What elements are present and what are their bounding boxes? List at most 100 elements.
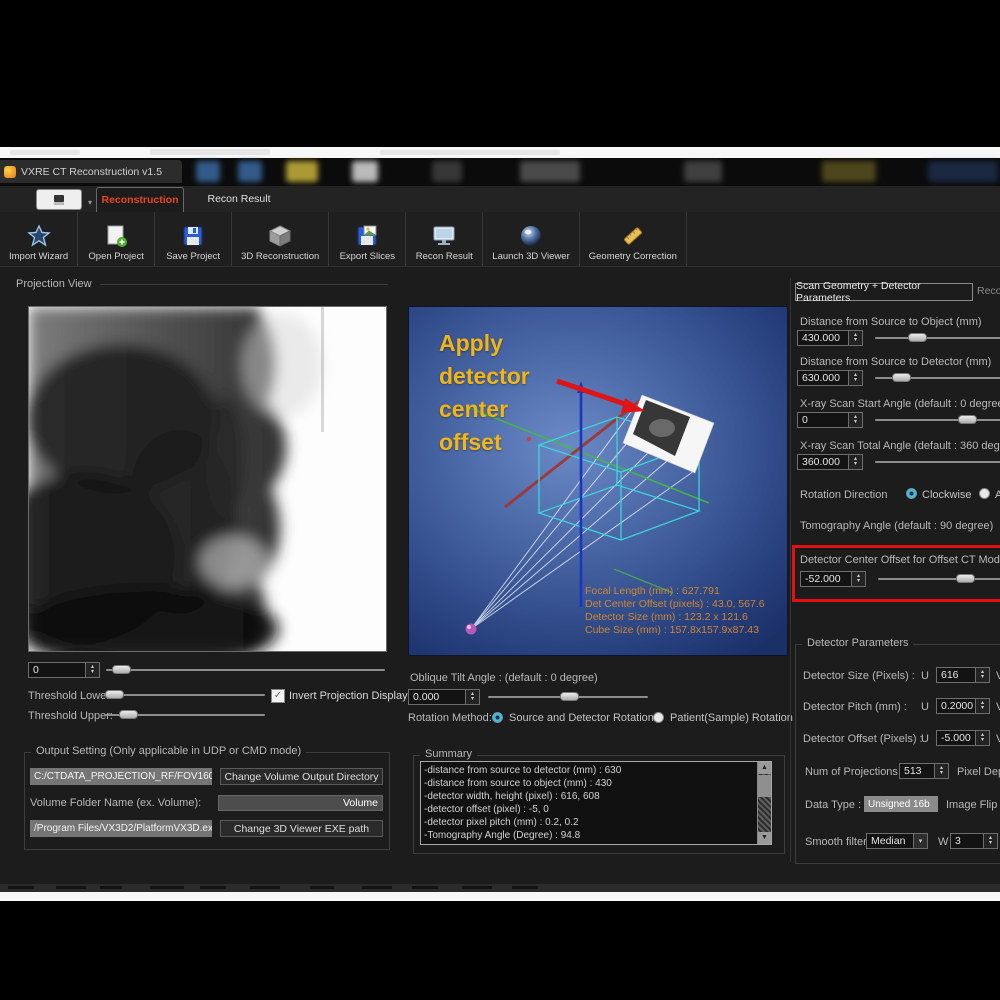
sphere-icon — [519, 223, 543, 249]
smooth-filter-dropdown[interactable]: Median ▾ — [866, 833, 928, 849]
recon-result-button[interactable]: Recon Result — [406, 212, 483, 266]
rotation-method-patient-radio[interactable] — [653, 712, 664, 723]
tab-scan-geometry[interactable]: Scan Geometry + Detector Parameters — [795, 283, 973, 301]
dropdown-caret-icon[interactable]: ▾ — [913, 834, 927, 848]
save-project-button[interactable]: Save Project — [155, 212, 232, 266]
spinner-buttons[interactable]: ▴▾ — [934, 764, 948, 778]
tab-recon-params[interactable]: Recon — [977, 285, 1000, 301]
source-object-distance-slider[interactable] — [875, 332, 1000, 344]
source-detector-distance-input[interactable]: 630.000 ▴▾ — [797, 370, 863, 386]
spinner-buttons[interactable]: ▴▾ — [848, 371, 862, 385]
geometry-stats-readout: Focal Length (mm) : 627.791 Det Center O… — [585, 585, 765, 637]
detector-pitch-label: Detector Pitch (mm) : — [803, 701, 907, 713]
rotation-anticlockwise-radio[interactable] — [979, 488, 990, 499]
detector-center-offset-input[interactable]: -52.000 ▴▾ — [800, 571, 866, 587]
ruler-icon — [620, 223, 646, 249]
background-thumbnail — [286, 161, 318, 182]
background-thumbnail — [196, 161, 220, 182]
title-bar: VXRE CT Reconstruction v1.5 — [0, 158, 1000, 186]
rotation-clockwise-radio[interactable] — [906, 488, 917, 499]
tab-recon-result[interactable]: Recon Result — [184, 187, 294, 211]
detector-center-offset-label: Detector Center Offset for Offset CT Mod… — [800, 554, 1000, 566]
floppy-export-icon — [355, 223, 379, 249]
viewer-exe-path-field[interactable]: /Program Files/VX3D2/PlatformVX3D.exe — [30, 820, 212, 837]
spinner-buttons[interactable]: ▴▾ — [85, 663, 99, 677]
output-directory-field[interactable]: C:/CTDATA_PROJECTION_RF/FOV160×80 — [30, 768, 212, 785]
volume-folder-input[interactable]: Volume — [218, 795, 383, 811]
project-menu-button[interactable] — [36, 189, 82, 210]
apply-offset-annotation: Apply detector center offset — [439, 327, 530, 459]
invert-display-checkbox[interactable]: ✓ — [271, 689, 285, 703]
frame-slider[interactable] — [106, 664, 385, 676]
spinner-buttons[interactable]: ▴▾ — [848, 413, 862, 427]
cube-icon — [267, 223, 293, 249]
projection-group-label: Projection View — [16, 278, 92, 290]
geometry-correction-button[interactable]: Geometry Correction — [580, 212, 687, 266]
open-project-button[interactable]: Open Project — [78, 212, 155, 266]
source-detector-distance-slider[interactable] — [875, 372, 1000, 384]
axis-u-label: U — [921, 701, 929, 713]
3d-geometry-viewport[interactable]: Apply detector center offset Focal Lengt… — [408, 306, 788, 656]
spinner-buttons[interactable]: ▴▾ — [975, 668, 989, 682]
num-projections-input[interactable]: 513 ▴▾ — [899, 763, 949, 779]
pixel-depth-label: Pixel Depth ( — [957, 766, 1000, 778]
spinner-buttons[interactable]: ▴▾ — [465, 690, 479, 704]
app-icon — [4, 166, 16, 178]
scroll-down-icon[interactable]: ▼ — [758, 832, 771, 844]
background-thumbnail — [352, 161, 378, 182]
detector-size-u-input[interactable]: 616 ▴▾ — [936, 667, 990, 683]
volume-folder-label: Volume Folder Name (ex. Volume): — [30, 797, 201, 809]
detector-group-label: Detector Parameters — [802, 637, 913, 649]
detector-pitch-u-input[interactable]: 0.2000 ▴▾ — [936, 698, 990, 714]
rotation-method-source-radio[interactable] — [492, 712, 503, 723]
axis-u-label: U — [921, 670, 929, 682]
source-object-distance-input[interactable]: 430.000 ▴▾ — [797, 330, 863, 346]
oblique-tilt-slider[interactable] — [488, 691, 648, 703]
threshold-lower-slider[interactable] — [104, 689, 265, 701]
summary-scrollbar[interactable]: ▲ ▼ — [757, 762, 771, 844]
frame-index-input[interactable]: 0 ▴▾ — [28, 662, 100, 678]
param-label: X-ray Scan Total Angle (default : 360 de… — [800, 440, 1000, 452]
oblique-tilt-input[interactable]: 0.000 ▴▾ — [408, 689, 480, 705]
rotation-anticlockwise-label: A — [995, 489, 1000, 501]
spinner-buttons[interactable]: ▴▾ — [848, 331, 862, 345]
monitor-icon — [431, 223, 457, 249]
data-type-value[interactable]: Unsigned 16b — [864, 796, 938, 812]
spinner-buttons[interactable]: ▴▾ — [848, 455, 862, 469]
background-thumbnail — [238, 161, 262, 182]
launch-3d-viewer-button[interactable]: Launch 3D Viewer — [483, 212, 579, 266]
threshold-upper-label: Threshold Upper: — [28, 710, 113, 722]
scroll-up-icon[interactable]: ▲ — [758, 762, 771, 774]
scan-start-angle-slider[interactable] — [875, 414, 1000, 426]
scroll-thumb[interactable] — [758, 775, 771, 797]
param-label: Distance from Source to Object (mm) — [800, 316, 982, 328]
detector-center-offset-slider[interactable] — [878, 573, 1000, 585]
summary-list[interactable]: -distance from source to detector (mm) :… — [420, 761, 772, 845]
open-page-icon — [104, 223, 128, 249]
spinner-buttons[interactable]: ▴▾ — [851, 572, 865, 586]
tab-reconstruction[interactable]: Reconstruction — [96, 187, 184, 212]
scan-total-angle-slider[interactable] — [875, 456, 1000, 468]
threshold-upper-slider[interactable] — [104, 709, 265, 721]
scan-start-angle-input[interactable]: 0 ▴▾ — [797, 412, 863, 428]
detector-offset-label: Detector Offset (Pixels) : — [803, 733, 923, 745]
detector-offset-u-input[interactable]: -5.000 ▴▾ — [936, 730, 990, 746]
background-thumbnail — [432, 161, 462, 182]
recon-3d-button[interactable]: 3D Reconstruction — [232, 212, 329, 266]
scan-total-angle-input[interactable]: 360.000 ▴▾ — [797, 454, 863, 470]
axis-v-label: V — [996, 670, 1000, 682]
rotation-method-patient-label: Patient(Sample) Rotation — [670, 712, 793, 724]
smooth-w-input[interactable]: 3 ▴▾ — [950, 833, 998, 849]
export-slices-button[interactable]: Export Slices — [329, 212, 406, 266]
projection-xray-image[interactable] — [28, 306, 387, 652]
spinner-buttons[interactable]: ▴▾ — [975, 731, 989, 745]
background-thumbnail — [928, 161, 998, 182]
toolbar: Import Wizard Open Project Save Project … — [0, 212, 1000, 267]
change-viewer-exe-button[interactable]: Change 3D Viewer EXE path — [220, 820, 383, 837]
change-output-directory-button[interactable]: Change Volume Output Directory — [220, 768, 383, 785]
app-window: VXRE CT Reconstruction v1.5 ▾ Reconstruc… — [0, 158, 1000, 886]
spinner-buttons[interactable]: ▴▾ — [983, 834, 997, 848]
spinner-buttons[interactable]: ▴▾ — [975, 699, 989, 713]
import-wizard-button[interactable]: Import Wizard — [0, 212, 78, 266]
chevron-down-icon[interactable]: ▾ — [88, 198, 92, 207]
